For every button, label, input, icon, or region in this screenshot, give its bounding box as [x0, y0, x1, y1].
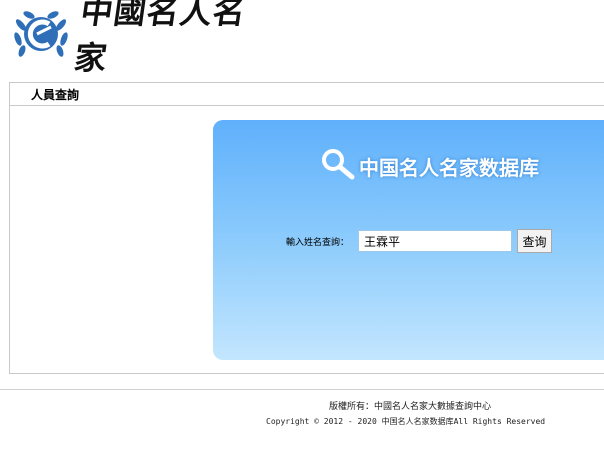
database-title-text: 中国名人名家数据库: [359, 156, 539, 180]
query-row: 輸入姓名查詢： 查询: [286, 229, 553, 253]
tab-bar: 人員查詢: [10, 83, 604, 106]
search-panel: 中国名人名家数据库 輸入姓名查詢： 查询: [213, 120, 604, 360]
tab-people-search[interactable]: 人員查詢: [31, 86, 79, 103]
footer-divider: [0, 389, 604, 390]
site-logo[interactable]: 中國名人名家: [10, 0, 260, 77]
query-label: 輸入姓名查詢：: [286, 237, 350, 248]
search-magnifier-icon: [319, 147, 359, 186]
footer-copyright: 版權所有：中國名人名家大數據查詢中心: [329, 402, 492, 412]
logo-emblem-icon: [10, 5, 72, 61]
database-title: 中国名人名家数据库: [319, 147, 539, 186]
people-search-box: 人員查詢 中国名人名家数据库 輸入姓名查詢： 查询: [9, 82, 604, 374]
footer-rights: Copyright © 2012 - 2020 中国名人名家数据库All Rig…: [266, 417, 546, 426]
logo-text: 中國名人名家: [71, 0, 249, 77]
query-button[interactable]: 查询: [517, 229, 553, 253]
name-search-input[interactable]: [358, 230, 513, 252]
